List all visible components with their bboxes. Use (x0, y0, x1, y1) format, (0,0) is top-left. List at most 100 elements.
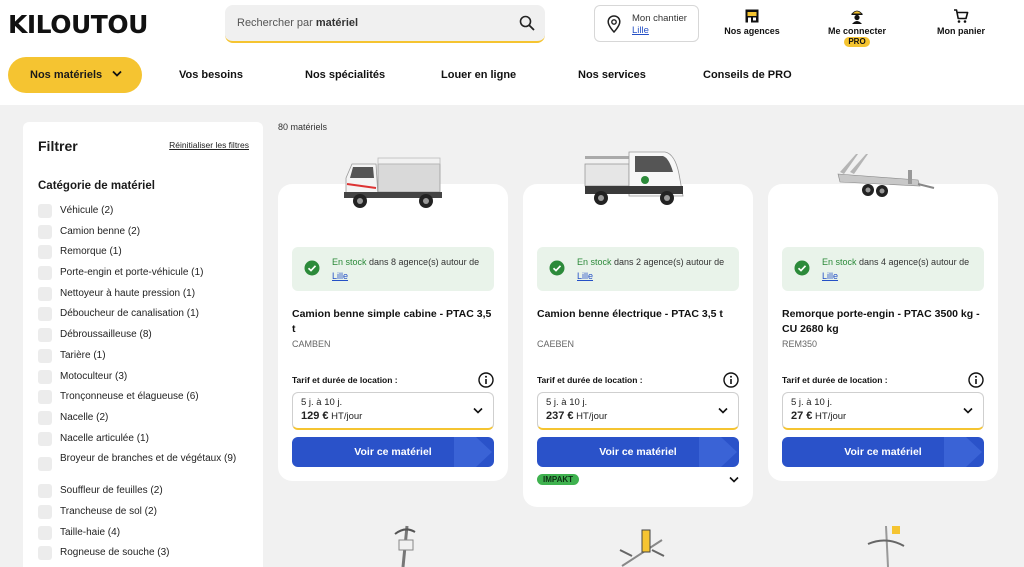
filter-option[interactable]: Tronçonneuse et élagueuse (6) (38, 389, 253, 410)
checkbox[interactable] (38, 431, 52, 446)
stock-city-link[interactable]: Lille (332, 271, 348, 281)
filter-option[interactable]: Porte-engin et porte-véhicule (1) (38, 265, 253, 286)
chevron-down-icon (718, 407, 728, 414)
my-site-city-link[interactable]: Lille (632, 25, 649, 36)
filter-option[interactable]: Camion benne (2) (38, 224, 253, 245)
cart-label: Mon panier (936, 26, 985, 36)
chevron-down-icon (473, 407, 483, 414)
nav-our-equipment-button[interactable]: Nos matériels (8, 57, 142, 93)
checkbox[interactable] (38, 307, 52, 322)
view-equipment-button[interactable]: Voir ce matériel (537, 437, 739, 467)
impakt-badge: IMPAKT (537, 474, 580, 485)
checkbox[interactable] (38, 484, 52, 499)
filter-option[interactable]: Débroussailleuse (8) (38, 327, 253, 348)
filter-option[interactable]: Rogneuse de souche (3) (38, 545, 253, 566)
checkbox[interactable] (38, 504, 52, 519)
tipper-truck-image[interactable] (338, 144, 448, 219)
search-icon[interactable] (519, 15, 535, 31)
rental-duration: 5 j. à 10 j. (301, 397, 343, 408)
product-card[interactable]: En stock dans 2 agence(s) autour de Lill… (523, 151, 753, 507)
checkbox[interactable] (38, 245, 52, 260)
info-icon[interactable] (478, 372, 494, 388)
checkbox[interactable] (38, 525, 52, 540)
my-site-label: Mon chantier (632, 13, 687, 24)
product-card[interactable]: En stock dans 8 agence(s) autour de Lill… (278, 157, 508, 481)
checkbox[interactable] (38, 348, 52, 363)
nav-link-rent-online[interactable]: Louer en ligne (441, 69, 516, 81)
auger-tool-image[interactable] (375, 520, 435, 567)
filter-option[interactable]: Motoculteur (3) (38, 369, 253, 390)
checkbox[interactable] (38, 224, 52, 239)
filter-option[interactable]: Taille-haie (4) (38, 525, 253, 546)
stock-text: En stock dans 8 agence(s) autour de Lill… (332, 257, 480, 281)
nav-link-specialties[interactable]: Nos spécialités (305, 69, 385, 81)
filter-option[interactable]: Nettoyeur à haute pression (1) (38, 286, 253, 307)
nav-link-needs[interactable]: Vos besoins (179, 69, 243, 81)
product-name[interactable]: Remorque porte-engin - PTAC 3500 kg - CU… (782, 307, 987, 336)
agencies-label: Nos agences (724, 26, 780, 36)
chevron-down-icon[interactable] (729, 476, 739, 484)
info-icon[interactable] (968, 372, 984, 388)
electric-flatbed-truck-image[interactable] (583, 144, 693, 219)
pro-badge: PRO (844, 37, 870, 47)
cart-icon (954, 9, 969, 23)
filter-option[interactable]: Nacelle articulée (1) (38, 431, 253, 452)
nav-link-services[interactable]: Nos services (578, 69, 646, 81)
checkbox[interactable] (38, 369, 52, 384)
stock-status: En stock dans 8 agence(s) autour de Lill… (292, 247, 494, 291)
filter-option[interactable]: Tarière (1) (38, 348, 253, 369)
product-name[interactable]: Camion benne simple cabine - PTAC 3,5 t (292, 307, 497, 336)
brush-cutter-image[interactable] (612, 520, 672, 567)
view-equipment-button[interactable]: Voir ce matériel (782, 437, 984, 467)
filter-option[interactable]: Souffleur de feuilles (2) (38, 483, 253, 504)
agencies-link[interactable]: Nos agences (724, 8, 780, 36)
rental-rate-label: Tarif et durée de location : (292, 375, 398, 385)
stock-city-link[interactable]: Lille (577, 271, 593, 281)
info-icon[interactable] (723, 372, 739, 388)
stock-city-link[interactable]: Lille (822, 271, 838, 281)
product-name[interactable]: Camion benne électrique - PTAC 3,5 t (537, 307, 742, 322)
filter-option[interactable]: Véhicule (2) (38, 203, 253, 224)
filter-option[interactable]: Trancheuse de sol (2) (38, 504, 253, 525)
checkbox[interactable] (38, 390, 52, 405)
checkbox[interactable] (38, 266, 52, 281)
checkbox[interactable] (38, 204, 52, 218)
rental-duration: 5 j. à 10 j. (546, 397, 588, 408)
product-code: CAEBEN (537, 339, 575, 349)
filter-option[interactable]: Déboucheur de canalisation (1) (38, 306, 253, 327)
checkbox[interactable] (38, 328, 52, 343)
filter-sidebar: Filtrer Réinitialiser les filtres Catégo… (23, 122, 263, 567)
view-equipment-button[interactable]: Voir ce matériel (292, 437, 494, 467)
checkbox[interactable] (38, 286, 52, 301)
check-circle-icon (549, 260, 565, 276)
chevron-down-icon (963, 407, 973, 414)
my-site-selector[interactable]: Mon chantier Lille (594, 5, 699, 42)
product-card[interactable]: En stock dans 4 agence(s) autour de Lill… (768, 154, 998, 481)
store-icon (745, 9, 759, 23)
rental-duration: 5 j. à 10 j. (791, 397, 833, 408)
nav-link-pro-advice[interactable]: Conseils de PRO (703, 69, 792, 81)
search-input[interactable]: Rechercher par matériel (225, 5, 545, 43)
checkbox[interactable] (38, 410, 52, 425)
login-link[interactable]: Me connecter PRO (826, 8, 888, 47)
checkbox[interactable] (38, 457, 52, 472)
filter-option[interactable]: Broyeur de branches et de végétaux (9) (38, 451, 253, 483)
checkbox[interactable] (38, 546, 52, 561)
filter-option[interactable]: Remorque (1) (38, 244, 253, 265)
nav-our-equipment-label: Nos matériels (30, 69, 103, 81)
rental-duration-select[interactable]: 5 j. à 10 j. 27 € HT/jour (782, 392, 984, 430)
view-equipment-label: Voir ce matériel (354, 446, 432, 458)
stock-text: En stock dans 2 agence(s) autour de Lill… (577, 257, 725, 281)
rental-duration-select[interactable]: 5 j. à 10 j. 129 € HT/jour (292, 392, 494, 430)
rental-duration-select[interactable]: 5 j. à 10 j. 237 € HT/jour (537, 392, 739, 430)
equipment-trailer-image[interactable] (828, 144, 938, 219)
reset-filters-link[interactable]: Réinitialiser les filtres (169, 140, 249, 150)
kiloutou-logo[interactable]: KILOUTOU (8, 10, 148, 39)
brush-cutter-image[interactable] (858, 520, 918, 567)
stock-status: En stock dans 2 agence(s) autour de Lill… (537, 247, 739, 291)
cart-link[interactable]: Mon panier (934, 8, 988, 36)
filter-option[interactable]: Nacelle (2) (38, 410, 253, 431)
rental-price: 27 € HT/jour (791, 410, 847, 422)
stock-status: En stock dans 4 agence(s) autour de Lill… (782, 247, 984, 291)
category-title: Catégorie de matériel (38, 180, 155, 192)
